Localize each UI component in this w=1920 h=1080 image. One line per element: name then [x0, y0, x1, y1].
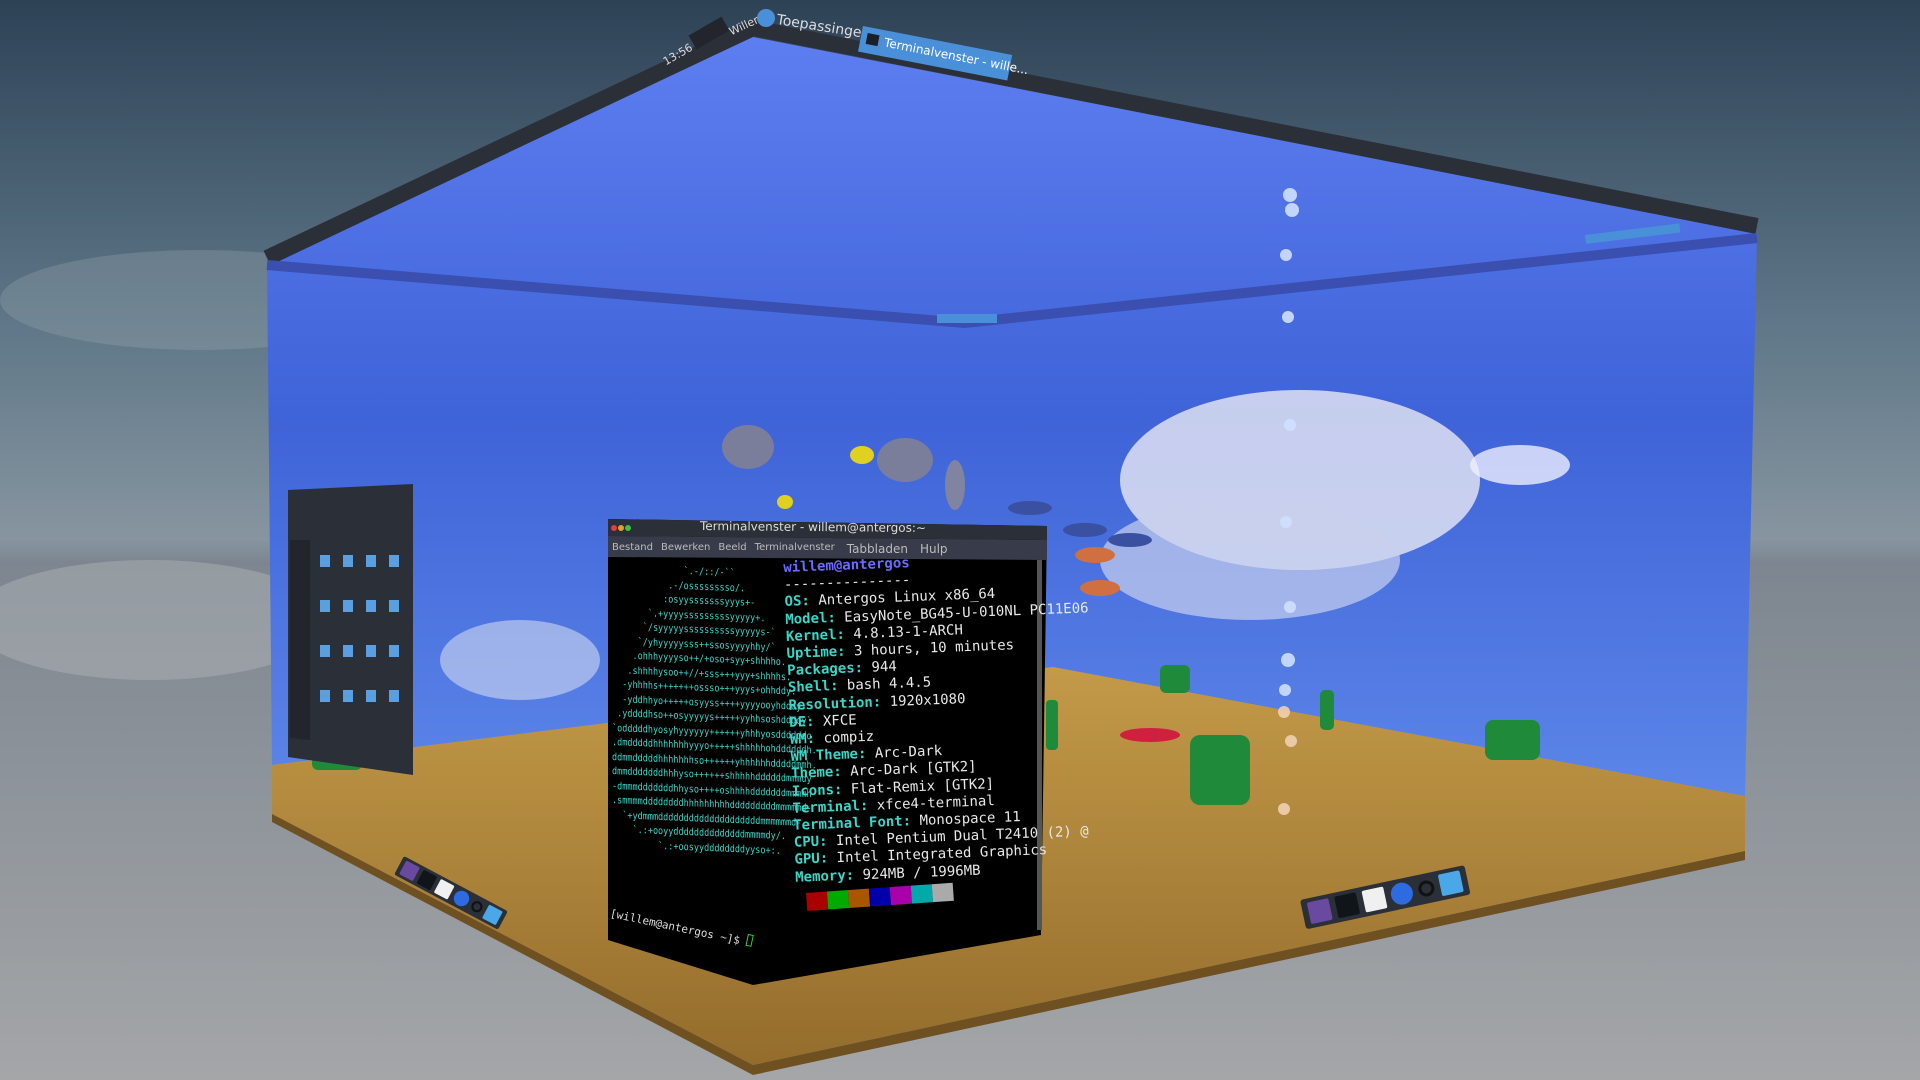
info-colon: : — [902, 813, 920, 830]
info-key: DE — [788, 714, 807, 731]
info-key: GPU — [794, 851, 821, 869]
menu-beeld[interactable]: Beeld — [718, 542, 746, 556]
system-info: willem@antergos --------------- OS: Ante… — [783, 548, 1099, 886]
info-value: XFCE — [822, 712, 857, 730]
file-manager-icon[interactable] — [1361, 886, 1388, 913]
info-key: Theme — [790, 764, 834, 783]
info-colon: : — [801, 593, 819, 610]
info-key: Model — [784, 609, 828, 628]
color-swatch — [826, 890, 850, 910]
menu-tabbladen[interactable]: Tabbladen — [847, 542, 908, 556]
workspace-icon[interactable] — [399, 860, 420, 882]
back-task-button — [937, 314, 997, 323]
menu-bewerken[interactable]: Bewerken — [661, 542, 710, 556]
minimize-button[interactable] — [618, 525, 624, 531]
maximize-button[interactable] — [625, 525, 631, 531]
info-colon: : — [827, 609, 845, 626]
folder-icon[interactable] — [481, 904, 503, 926]
color-swatch — [868, 887, 892, 907]
info-key: Uptime — [786, 644, 838, 662]
antergos-logo-icon[interactable] — [757, 9, 775, 27]
info-colon: : — [836, 643, 855, 660]
info-key: OS — [784, 593, 802, 611]
terminal-menubar: Bestand Bewerken Beeld Terminalvenster T… — [612, 542, 948, 556]
color-swatch — [806, 891, 829, 911]
info-colon: : — [836, 626, 854, 643]
info-key: Packages — [786, 660, 855, 680]
file-manager-icon[interactable] — [433, 878, 455, 900]
color-swatch — [889, 885, 912, 906]
info-value: compiz — [823, 728, 875, 747]
info-key: Memory — [794, 867, 847, 886]
desktop-cube-scene — [0, 0, 1920, 1080]
close-button[interactable] — [611, 525, 617, 531]
info-colon: : — [818, 833, 837, 851]
info-colon: : — [806, 730, 824, 748]
info-colon: : — [819, 850, 837, 868]
color-swatch — [910, 884, 933, 904]
info-colon: : — [854, 659, 872, 677]
search-icon[interactable] — [469, 899, 485, 915]
info-colon: : — [829, 678, 848, 695]
info-colon: : — [857, 745, 876, 763]
terminal-icon[interactable] — [1334, 892, 1361, 919]
info-key: Icons — [791, 781, 835, 800]
color-swatch — [931, 882, 954, 903]
file-manager-sidebar — [290, 540, 310, 740]
folder-icon[interactable] — [1437, 870, 1464, 897]
info-key: Kernel — [785, 626, 837, 645]
search-icon[interactable] — [1416, 878, 1436, 898]
info-colon: : — [833, 781, 852, 798]
terminal-icon — [865, 33, 880, 47]
terminal-icon[interactable] — [416, 869, 438, 891]
info-value: 944 — [871, 658, 898, 676]
info-colon: : — [833, 764, 851, 781]
info-colon: : — [845, 866, 863, 884]
info-colon: : — [859, 797, 878, 815]
info-key: CPU — [793, 834, 820, 852]
info-colon: : — [872, 693, 890, 711]
info-key: WM — [789, 731, 808, 748]
info-value: Arc-Dark — [874, 743, 943, 762]
menu-terminalvenster[interactable]: Terminalvenster — [755, 542, 835, 556]
info-value: 1920x1080 — [889, 690, 966, 710]
browser-icon[interactable] — [1388, 880, 1415, 907]
info-key: Resolution — [788, 694, 874, 714]
workspace-icon[interactable] — [1306, 898, 1333, 925]
color-swatch — [847, 888, 871, 909]
info-colon: : — [805, 713, 824, 731]
terminal-title: Terminalvenster - willem@antergos:~ — [699, 519, 927, 535]
menu-bestand[interactable]: Bestand — [612, 542, 653, 556]
info-value: 924MB / 1996MB — [862, 862, 981, 883]
info-key: Terminal — [792, 798, 861, 817]
info-value: bash 4.4.5 — [846, 674, 932, 695]
info-key: WM Theme — [790, 746, 859, 766]
info-key: Shell — [787, 678, 831, 697]
browser-icon[interactable] — [451, 888, 472, 909]
